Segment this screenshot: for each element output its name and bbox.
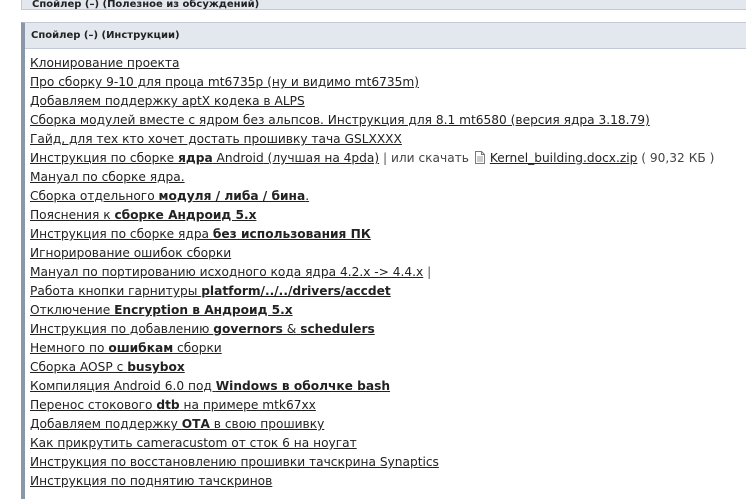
list-item: Отключение Encryption в Андроид 5.х: [30, 301, 746, 320]
link-build-mt6735p[interactable]: Про сборку 9-10 для проца mt6735p (ну и …: [30, 75, 419, 89]
list-item: Добавляем поддержку ОТА в свою прошивку: [30, 415, 746, 434]
list-item: Инструкция по поднятию тачскринов: [30, 472, 746, 491]
link-text: на примере mtk67xx: [179, 398, 316, 412]
link-text: Сборка отдельного: [30, 189, 159, 203]
link-touch-firmware-guide[interactable]: Гайд, для тех кто хочет достать прошивку…: [30, 132, 402, 146]
list-item: Работа кнопки гарнитуры platform/../../d…: [30, 282, 746, 301]
link-text-bold: ядра: [178, 151, 213, 165]
link-text-bold: сборке Андроид 5.х: [114, 208, 257, 222]
list-item: Инструкция по сборке ядра Android (лучша…: [30, 149, 746, 168]
file-icon: [474, 151, 485, 164]
spoiler-instructions: Спойлер (–) (Инструкции) Клонирование пр…: [21, 22, 746, 499]
link-text-bold: dtb: [156, 398, 180, 412]
list-item: Сборка AOSP с busybox: [30, 358, 746, 377]
link-ota-support[interactable]: Добавляем поддержку ОТА в свою прошивку: [30, 417, 324, 431]
list-item: Добавляем поддержку aptX кодека в ALPS: [30, 92, 746, 111]
link-text: &: [282, 322, 301, 336]
list-item: Мануал по портированию исходного кода яд…: [30, 263, 746, 282]
link-text-bold: ОТА: [181, 417, 210, 431]
attachment-link[interactable]: Kernel_building.docx.zip: [490, 151, 638, 165]
attachment-size: ( 90,32 КБ ): [637, 151, 715, 165]
link-text: Инструкция по сборке: [30, 151, 179, 165]
link-text-bold: busybox: [127, 360, 185, 374]
list-item: Клонирование проекта: [30, 54, 746, 73]
link-cameracustom[interactable]: Как прикрутить cameracustom от сток 6 на…: [30, 436, 357, 450]
link-text-bold: schedulers: [300, 322, 375, 336]
separator: |: [423, 265, 432, 279]
link-module-build[interactable]: Сборка отдельного модуля / либа / бина.: [30, 189, 309, 203]
page: Спойлер (–) (Полезное из обсуждений) Спо…: [0, 0, 746, 499]
list-item: Инструкция по добавлению governors & sch…: [30, 320, 746, 339]
link-text: Пояснения к: [30, 208, 115, 222]
link-text-bold: ошибкам: [108, 341, 174, 355]
link-ignore-build-errors[interactable]: Игнорирование ошибок сборки: [30, 246, 231, 260]
list-item: Сборка модулей вместе с ядром без альпсо…: [30, 111, 746, 130]
list-item: Про сборку 9-10 для проца mt6735p (ну и …: [30, 73, 746, 92]
link-touchscreen-bringup[interactable]: Инструкция по поднятию тачскринов: [30, 474, 272, 488]
previous-spoiler-title: Спойлер (–) (Полезное из обсуждений): [32, 0, 260, 10]
link-kernel-build-guide[interactable]: Инструкция по сборке ядра Android (лучша…: [30, 151, 379, 165]
or-download-label: или скачать: [390, 151, 469, 165]
link-kernel-manual[interactable]: Мануал по сборке ядра.: [30, 170, 185, 184]
previous-spoiler-header[interactable]: Спойлер (–) (Полезное из обсуждений): [21, 0, 746, 10]
spoiler-header[interactable]: Спойлер (–) (Инструкции): [25, 23, 746, 49]
link-text: сборки: [173, 341, 222, 355]
list-item: Компиляция Android 6.0 под Windows в обо…: [30, 377, 746, 396]
link-synaptics-restore[interactable]: Инструкция по восстановлению прошивки та…: [30, 455, 439, 469]
link-text-bold: Encryption в Андроид 5.х: [114, 303, 293, 317]
link-aptx-support[interactable]: Добавляем поддержку aptX кодека в ALPS: [30, 94, 305, 108]
link-kernel-porting[interactable]: Мануал по портированию исходного кода яд…: [30, 265, 423, 279]
link-text: Компиляция Android 6.0 под: [30, 379, 216, 393]
link-text: Инструкция по сборке ядра: [30, 227, 213, 241]
link-disable-encryption[interactable]: Отключение Encryption в Андроид 5.х: [30, 303, 293, 317]
list-item: Мануал по сборке ядра.: [30, 168, 746, 187]
list-item: Сборка отдельного модуля / либа / бина.: [30, 187, 746, 206]
link-dtb-port[interactable]: Перенос стокового dtb на примере mtk67xx: [30, 398, 316, 412]
list-item: Как прикрутить cameracustom от сток 6 на…: [30, 434, 746, 453]
list-item: Пояснения к сборке Андроид 5.х: [30, 206, 746, 225]
link-android5-notes[interactable]: Пояснения к сборке Андроид 5.х: [30, 208, 256, 222]
link-text-bold: без использования ПК: [212, 227, 371, 241]
list-item: Игнорирование ошибок сборки: [30, 244, 746, 263]
separator: |: [379, 151, 391, 165]
link-governors-schedulers[interactable]: Инструкция по добавлению governors & sch…: [30, 322, 375, 336]
link-text: в свою прошивку: [209, 417, 325, 431]
link-text: Немного по: [30, 341, 109, 355]
link-text: Работа кнопки гарнитуры: [30, 284, 202, 298]
list-item: Инструкция по сборке ядра без использова…: [30, 225, 746, 244]
link-text: Сборка AOSP с: [30, 360, 128, 374]
link-clone-project[interactable]: Клонирование проекта: [30, 56, 179, 70]
link-text: Перенос стокового: [30, 398, 157, 412]
link-headset-button[interactable]: Работа кнопки гарнитуры platform/../../d…: [30, 284, 391, 298]
link-build-errors[interactable]: Немного по ошибкам сборки: [30, 341, 222, 355]
list-item: Гайд, для тех кто хочет достать прошивку…: [30, 130, 746, 149]
link-text-bold: модуля / либа / бина: [158, 189, 306, 203]
link-text: (лучшая на 4pda): [263, 151, 380, 165]
link-text: Инструкция по добавлению: [30, 322, 214, 336]
link-text: .: [305, 189, 310, 203]
link-text-bold: governors: [213, 322, 283, 336]
link-modules-build[interactable]: Сборка модулей вместе с ядром без альпсо…: [30, 113, 650, 127]
link-text: Добавляем поддержку: [30, 417, 182, 431]
link-kernel-no-pc[interactable]: Инструкция по сборке ядра без использова…: [30, 227, 371, 241]
link-text-bold: Windows в оболчке bash: [215, 379, 391, 393]
link-text-bold: platform/../../drivers/accdet: [201, 284, 391, 298]
link-text: Android: [212, 151, 264, 165]
link-compile-windows-bash[interactable]: Компиляция Android 6.0 под Windows в обо…: [30, 379, 390, 393]
spoiler-title: Спойлер (–) (Инструкции): [31, 30, 180, 41]
link-aosp-busybox[interactable]: Сборка AOSP с busybox: [30, 360, 185, 374]
list-item: Немного по ошибкам сборки: [30, 339, 746, 358]
link-text: Отключение: [30, 303, 115, 317]
list-item: Инструкция по восстановлению прошивки та…: [30, 453, 746, 472]
list-item: Перенос стокового dtb на примере mtk67xx: [30, 396, 746, 415]
spoiler-body: Клонирование проекта Про сборку 9-10 для…: [25, 49, 746, 491]
